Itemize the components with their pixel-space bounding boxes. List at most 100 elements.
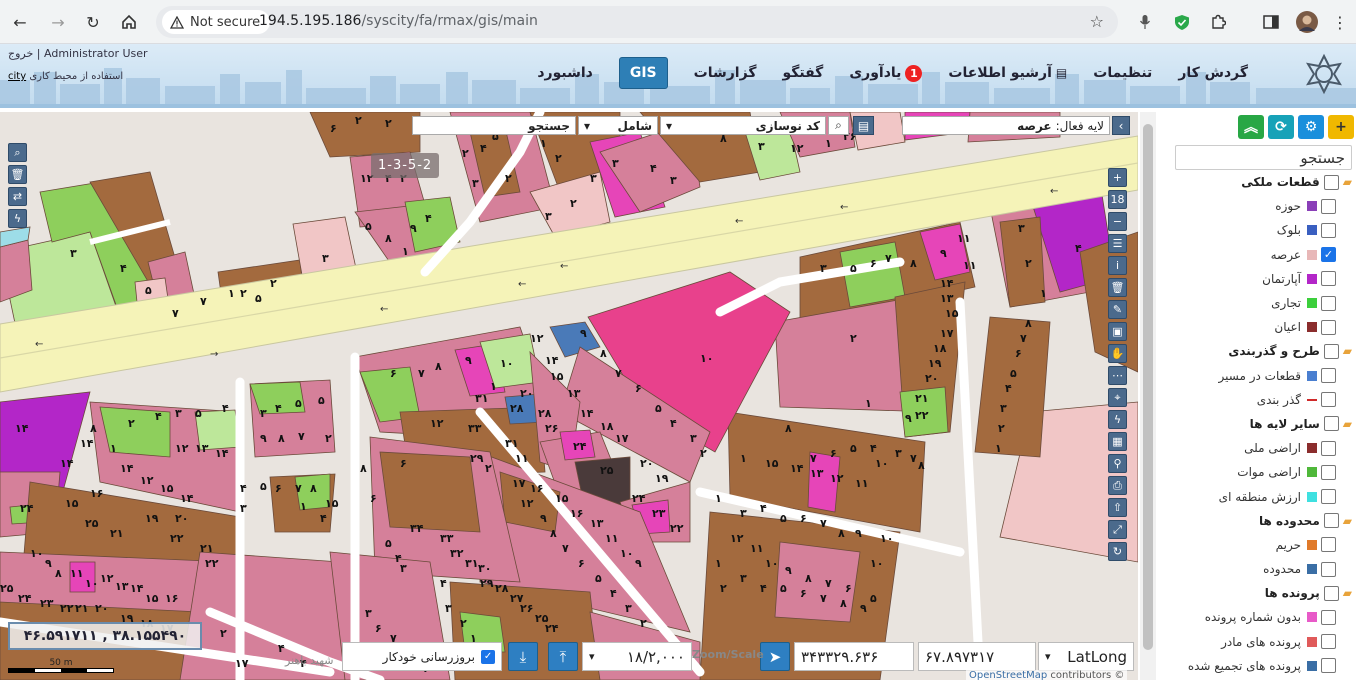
add-layer-icon[interactable]: + — [1328, 115, 1354, 139]
gis-map[interactable]: ← → ← ← ← ← ← ← ۳ ۴ ۷ ۵ ۷ ۵ ۲ ۳ ۱ ۲ ۶ ۲ ۲ ۱۲ ۴ ۲ ۵ ۸ ۹ ۴ ۱ ۲ ۴… — [0, 112, 1138, 680]
scrollbar-thumb[interactable] — [1143, 124, 1153, 650]
collapse-toolbar-icon[interactable]: ‹ — [1112, 116, 1130, 135]
expand-up-icon[interactable]: ︽ — [1238, 115, 1264, 139]
crosshair-icon[interactable]: ⌖ — [1108, 388, 1127, 407]
scale-select[interactable]: ▾ ۱۸/۲,۰۰۰ — [582, 642, 692, 671]
zoom-search-icon[interactable]: ⌕ — [8, 143, 27, 162]
search-field-select[interactable]: کد نوسازی ▾ — [660, 116, 826, 135]
x-coordinate-field[interactable]: ۳۴۳۳۲۹.۶۳۶ — [794, 642, 914, 671]
layer-item[interactable]: قطعات در مسیر — [1158, 364, 1356, 388]
nav-settings[interactable]: تنظیمات — [1093, 65, 1152, 81]
layer-checkbox[interactable] — [1321, 634, 1336, 650]
trash-icon[interactable]: 🗑 — [1108, 278, 1127, 297]
zoom-in-icon[interactable]: + — [1108, 168, 1127, 187]
layer-checkbox[interactable] — [1321, 561, 1336, 577]
layer-group-checkbox[interactable] — [1323, 174, 1339, 190]
info-icon[interactable]: i — [1108, 256, 1127, 275]
logout-link[interactable]: خروج — [8, 47, 33, 60]
layer-item[interactable]: تجاری — [1158, 291, 1356, 315]
nav-workflow[interactable]: گردش کار — [1178, 65, 1248, 81]
address-bar[interactable]: Not secure 194.5.195.186/syscity/fa/rmax… — [156, 6, 1118, 38]
profile-avatar[interactable] — [1293, 8, 1321, 36]
bookmark-star-icon[interactable]: ☆ — [1090, 12, 1104, 31]
layer-item[interactable]: ✓ عرصه — [1158, 243, 1356, 267]
nav-gis[interactable]: GIS — [618, 57, 668, 89]
zoom-out-icon[interactable]: − — [1108, 212, 1127, 231]
map-scrollbar[interactable] — [1140, 112, 1156, 680]
active-layer-select[interactable]: لایه فعال: عرصه — [902, 116, 1110, 135]
zoom-level-icon[interactable]: 18 — [1108, 190, 1127, 209]
grid-icon[interactable]: ▦ — [1108, 432, 1127, 451]
layer-checkbox[interactable] — [1321, 271, 1336, 287]
layer-checkbox[interactable] — [1321, 392, 1336, 408]
select-box-icon[interactable]: ▣ — [1108, 322, 1127, 341]
search-icon[interactable]: ⌕ — [828, 116, 849, 135]
upload-data-icon[interactable]: ⤒ — [548, 642, 578, 671]
work-env-link[interactable]: city — [8, 71, 26, 82]
layer-checkbox[interactable] — [1321, 489, 1336, 505]
delete-icon[interactable]: 🗑 — [8, 165, 27, 184]
upload-icon[interactable]: ⇧ — [1108, 498, 1127, 517]
print-icon[interactable]: ⎙ — [1108, 476, 1127, 495]
navigate-arrow-icon[interactable]: ➤ — [760, 642, 790, 671]
location-pin-icon[interactable]: ⚲ — [1108, 454, 1127, 473]
extensions-puzzle-icon[interactable] — [1204, 8, 1232, 36]
layer-checkbox[interactable] — [1321, 440, 1336, 456]
pan-hand-icon[interactable]: ✋ — [1108, 344, 1127, 363]
layer-item[interactable]: آپارتمان — [1158, 267, 1356, 291]
layer-checkbox[interactable] — [1321, 368, 1336, 384]
match-mode-select[interactable]: شامل ▾ — [578, 116, 658, 135]
layer-group[interactable]: ▰ طرح و گذربندی — [1158, 339, 1356, 363]
layers-list-icon[interactable]: ☰ — [1108, 234, 1127, 253]
nav-chat[interactable]: گفتگو — [782, 65, 823, 81]
sync-icon[interactable]: ⟳ — [1268, 115, 1294, 139]
layer-item[interactable]: پرونده های مادر — [1158, 630, 1356, 654]
layer-item[interactable]: محدوده — [1158, 557, 1356, 581]
microphone-icon[interactable] — [1131, 8, 1159, 36]
layer-item[interactable]: گذر بندی — [1158, 388, 1356, 412]
layer-checkbox[interactable]: ✓ — [1321, 247, 1336, 263]
layer-group-checkbox[interactable] — [1323, 513, 1339, 529]
nav-reports[interactable]: گزارشات — [694, 65, 757, 81]
layer-group-checkbox[interactable] — [1323, 585, 1339, 601]
layer-group[interactable]: ▰ قطعات ملکی — [1158, 170, 1356, 194]
download-icon[interactable]: ⤓ — [508, 642, 538, 671]
layer-item[interactable]: حوزه — [1158, 194, 1356, 218]
map-canvas[interactable]: ← → ← ← ← ← ← ← ۳۴۷۵۷ ۵۲۳۱ ۲۶۲ ۲۱۲ ۴ ۲۵۸۹۴۱۲ ۴… — [0, 112, 1138, 680]
edit-pencil-icon[interactable]: ✎ — [1108, 300, 1127, 319]
layer-checkbox[interactable] — [1321, 295, 1336, 311]
projection-select[interactable]: ▾ LatLong — [1038, 642, 1134, 671]
layer-checkbox[interactable] — [1321, 609, 1336, 625]
reload-icon[interactable]: ↻ — [79, 8, 107, 36]
layer-checkbox[interactable] — [1321, 537, 1336, 553]
lightning-icon[interactable]: ϟ — [8, 209, 27, 228]
nav-dashboard[interactable]: داشبورد — [537, 65, 593, 81]
auto-update-toggle[interactable]: ✓ بروزرسانی خودکار — [342, 642, 502, 671]
layer-item[interactable]: حریم — [1158, 533, 1356, 557]
browser-menu-icon[interactable]: ⋮ — [1326, 8, 1354, 36]
layer-item[interactable]: بلوک — [1158, 218, 1356, 242]
layer-checkbox[interactable] — [1321, 658, 1336, 674]
layer-group[interactable]: ▰ سایر لایه ها — [1158, 412, 1356, 436]
layer-group[interactable]: ▰ پرونده ها — [1158, 581, 1356, 605]
layer-item[interactable]: بدون شماره پرونده — [1158, 605, 1356, 629]
sidebar-toggle-icon[interactable] — [1257, 8, 1285, 36]
forward-arrow-icon[interactable]: → — [44, 8, 72, 36]
lightning-tool-icon[interactable]: ϟ — [1108, 410, 1127, 429]
measure-line-icon[interactable]: ⋯ — [1108, 366, 1127, 385]
layer-item[interactable]: پرونده های تجمیع شده — [1158, 654, 1356, 678]
layer-checkbox[interactable] — [1321, 464, 1336, 480]
osm-link[interactable]: OpenStreetMap — [969, 670, 1047, 680]
fullscreen-icon[interactable]: ⤢ — [1108, 520, 1127, 539]
layer-item[interactable]: اراضی ملی — [1158, 436, 1356, 460]
layer-group[interactable]: ▰ محدوده ها — [1158, 509, 1356, 533]
back-arrow-icon[interactable]: ← — [6, 8, 34, 36]
home-icon[interactable] — [115, 8, 143, 36]
layer-checkbox[interactable] — [1321, 222, 1336, 238]
security-chip[interactable]: Not secure — [162, 10, 271, 34]
layer-item[interactable]: ارزش منطقه ای — [1158, 484, 1356, 508]
settings-gear-icon[interactable]: ⚙ — [1298, 115, 1324, 139]
refresh-map-icon[interactable]: ↻ — [1108, 542, 1127, 561]
map-search-input[interactable]: جستجو — [412, 116, 576, 135]
shield-extension-icon[interactable] — [1168, 8, 1196, 36]
